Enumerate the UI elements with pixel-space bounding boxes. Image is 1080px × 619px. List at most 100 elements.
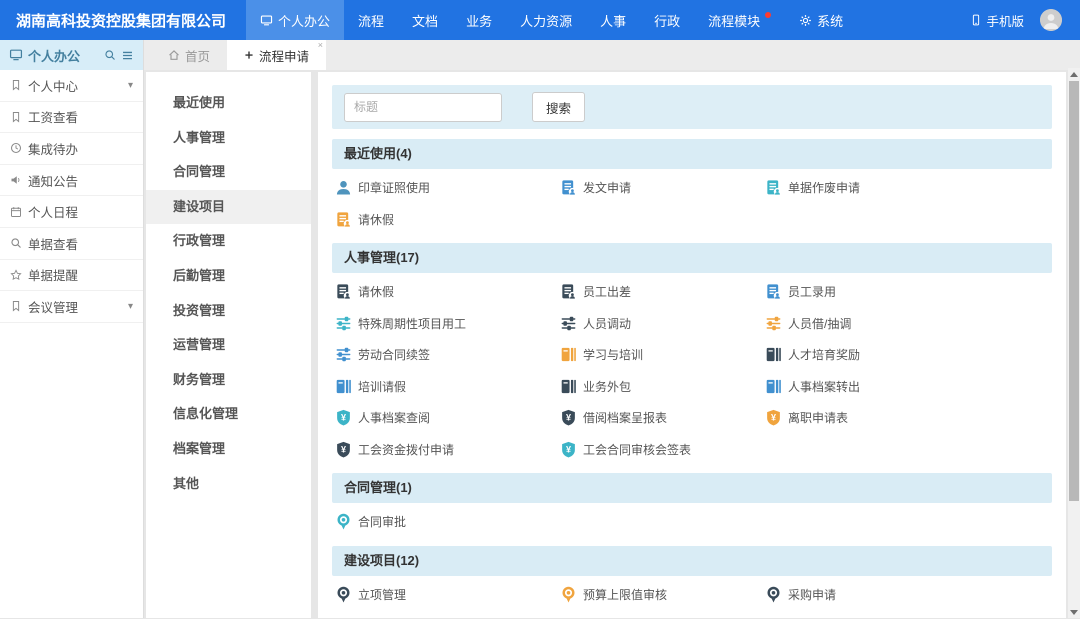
process-item-员工录用[interactable]: 员工录用 <box>765 276 1052 308</box>
process-item-人事档案查阅[interactable]: ¥人事档案查阅 <box>335 402 560 434</box>
process-item-培训请假[interactable]: 培训请假 <box>335 371 560 403</box>
nav-item-人力资源[interactable]: 人力资源 <box>506 0 586 40</box>
category-item-其他[interactable]: 其他 <box>146 467 311 502</box>
process-item-人事档案转出[interactable]: 人事档案转出 <box>765 371 1052 403</box>
shield-icon: ¥ <box>335 441 352 458</box>
category-item-行政管理[interactable]: 行政管理 <box>146 224 311 259</box>
section-header: 最近使用(4) <box>332 139 1052 169</box>
process-item-工会合同审核会签表[interactable]: ¥工会合同审核会签表 <box>560 434 765 466</box>
category-item-后勤管理[interactable]: 后勤管理 <box>146 259 311 294</box>
mobile-version-link[interactable]: 手机版 <box>970 11 1024 30</box>
process-item-立项管理[interactable]: 立项管理 <box>335 579 560 611</box>
category-item-合同管理[interactable]: 合同管理 <box>146 155 311 190</box>
topbar-nav: 个人办公 流程文档业务人力资源人事行政流程模块系统 <box>246 0 857 40</box>
process-item-离职申请表[interactable]: ¥离职申请表 <box>765 402 1052 434</box>
book-icon <box>335 378 352 395</box>
nav-item-业务[interactable]: 业务 <box>452 0 506 40</box>
process-item-人员调动[interactable]: 人员调动 <box>560 308 765 340</box>
chevron-down-icon: ▾ <box>128 301 133 312</box>
process-item-业务外包[interactable]: 业务外包 <box>560 371 765 403</box>
process-item-请休假[interactable]: 请休假 <box>335 276 560 308</box>
process-item-请休假[interactable]: 请休假 <box>335 204 560 236</box>
section-header: 人事管理(17) <box>332 243 1052 273</box>
search-button[interactable]: 搜索 <box>532 92 585 122</box>
mobile-version-label: 手机版 <box>986 11 1024 30</box>
process-item-人员借/抽调[interactable]: 人员借/抽调 <box>765 308 1052 340</box>
nav-item-label: 个人办公 <box>278 11 330 30</box>
doc-icon <box>765 283 782 300</box>
sidebar-item-label: 会议管理 <box>28 297 78 316</box>
process-item-员工出差[interactable]: 员工出差 <box>560 276 765 308</box>
category-item-信息化管理[interactable]: 信息化管理 <box>146 397 311 432</box>
section-items-grid: 印章证照使用发文申请单据作废申请请休假 <box>335 172 1052 235</box>
category-item-人事管理[interactable]: 人事管理 <box>146 121 311 156</box>
sidebar-item-集成待办[interactable]: 集成待办 <box>0 133 143 165</box>
sidebar-item-个人中心[interactable]: 个人中心▾ <box>0 70 143 102</box>
sidebar-item-label: 集成待办 <box>28 139 78 158</box>
main-layout: 个人办公 个人中心▾工资查看集成待办通知公告个人日程单据查看单据提醒会议管理▾ … <box>0 40 1080 618</box>
nav-item-label: 流程 <box>358 11 384 30</box>
nav-item-流程模块[interactable]: 流程模块 <box>694 0 785 40</box>
process-item-发文申请[interactable]: 发文申请 <box>560 172 765 204</box>
star-icon <box>10 269 22 281</box>
scroll-down-arrow-icon[interactable] <box>1068 606 1080 618</box>
section-items-grid: 立项管理 预算上限值审核采购申请 <box>335 579 1052 611</box>
section-header: 建设项目(12) <box>332 546 1052 576</box>
process-item-印章证照使用[interactable]: 印章证照使用 <box>335 172 560 204</box>
sidebar-item-工资查看[interactable]: 工资查看 <box>0 102 143 134</box>
sidebar-items: 个人中心▾工资查看集成待办通知公告个人日程单据查看单据提醒会议管理 ▾ <box>0 70 143 323</box>
search-input[interactable] <box>344 93 502 122</box>
process-item-人才培育奖励[interactable]: 人才培育奖励 <box>765 339 1052 371</box>
process-item-采购申请[interactable]: 采购申请 <box>765 579 1052 611</box>
sidebar-item-个人日程[interactable]: 个人日程 <box>0 196 143 228</box>
badge-icon <box>765 586 782 603</box>
process-item-label: 立项管理 <box>358 586 406 603</box>
process-item-劳动合同续签[interactable]: 劳动合同续签 <box>335 339 560 371</box>
process-item-合同审批[interactable]: 合同审批 <box>335 506 560 538</box>
sections: 最近使用(4)印章证照使用发文申请单据作废申请请休假人事管理(17)请休假员工出… <box>332 139 1052 610</box>
process-item-工会资金拨付申请[interactable]: ¥ 工会资金拨付申请 <box>335 434 560 466</box>
tabbar: 首页流程申请× <box>144 40 1080 70</box>
category-item-运营管理[interactable]: 运营管理 <box>146 328 311 363</box>
process-item-预算上限值审核[interactable]: 预算上限值审核 <box>560 579 765 611</box>
sidebar-item-单据查看[interactable]: 单据查看 <box>0 228 143 260</box>
close-icon[interactable]: × <box>318 41 323 50</box>
category-item-档案管理[interactable]: 档案管理 <box>146 432 311 467</box>
process-item-label: 工会资金拨付申请 <box>358 441 454 458</box>
avatar[interactable] <box>1040 9 1062 31</box>
process-item-借阅档案呈报表[interactable]: ¥借阅档案呈报表 <box>560 402 765 434</box>
doc-icon <box>560 283 577 300</box>
process-item-label: 学习与培训 <box>583 346 643 363</box>
nav-item-流程[interactable]: 流程 <box>344 0 398 40</box>
vertical-scrollbar[interactable] <box>1068 68 1080 618</box>
nav-item-行政[interactable]: 行政 <box>640 0 694 40</box>
scrollbar-thumb[interactable] <box>1069 81 1079 501</box>
process-item-学习与培训[interactable]: 学习与培训 <box>560 339 765 371</box>
nav-item-人事[interactable]: 人事 <box>586 0 640 40</box>
doc-icon <box>560 179 577 196</box>
process-item-单据作废申请[interactable]: 单据作废申请 <box>765 172 1052 204</box>
nav-item-文档[interactable]: 文档 <box>398 0 452 40</box>
category-item-建设项目[interactable]: 建设项目 <box>146 190 311 225</box>
process-item-特殊周期性项目用工[interactable]: 特殊周期性项目用工 <box>335 308 560 340</box>
sidebar-item-会议管理[interactable]: 会议管理 ▾ <box>0 291 143 323</box>
sidebar-menu-icon[interactable] <box>121 49 134 62</box>
nav-item-系统[interactable]: 系统 <box>785 0 857 40</box>
category-item-投资管理[interactable]: 投资管理 <box>146 294 311 329</box>
tab-流程申请[interactable]: 流程申请× <box>227 40 326 70</box>
tab-首页[interactable]: 首页 <box>151 40 227 70</box>
nav-item-个人办公[interactable]: 个人办公 <box>246 0 344 40</box>
sidebar-item-单据提醒[interactable]: 单据提醒 <box>0 260 143 292</box>
scroll-up-arrow-icon[interactable] <box>1068 68 1080 80</box>
category-item-最近使用[interactable]: 最近使用 <box>146 86 311 121</box>
category-item-财务管理[interactable]: 财务管理 <box>146 363 311 398</box>
company-name: 湖南高科投资控股集团有限公司 <box>0 10 246 31</box>
user-icon <box>1040 9 1062 31</box>
process-item-label: 人员借/抽调 <box>788 315 851 332</box>
sidebar-item-通知公告[interactable]: 通知公告 <box>0 165 143 197</box>
sliders-icon <box>560 315 577 332</box>
sidebar-header: 个人办公 <box>0 40 143 70</box>
sidebar-search-icon[interactable] <box>104 49 116 61</box>
badge-icon <box>335 586 352 603</box>
svg-text:¥: ¥ <box>566 413 571 423</box>
